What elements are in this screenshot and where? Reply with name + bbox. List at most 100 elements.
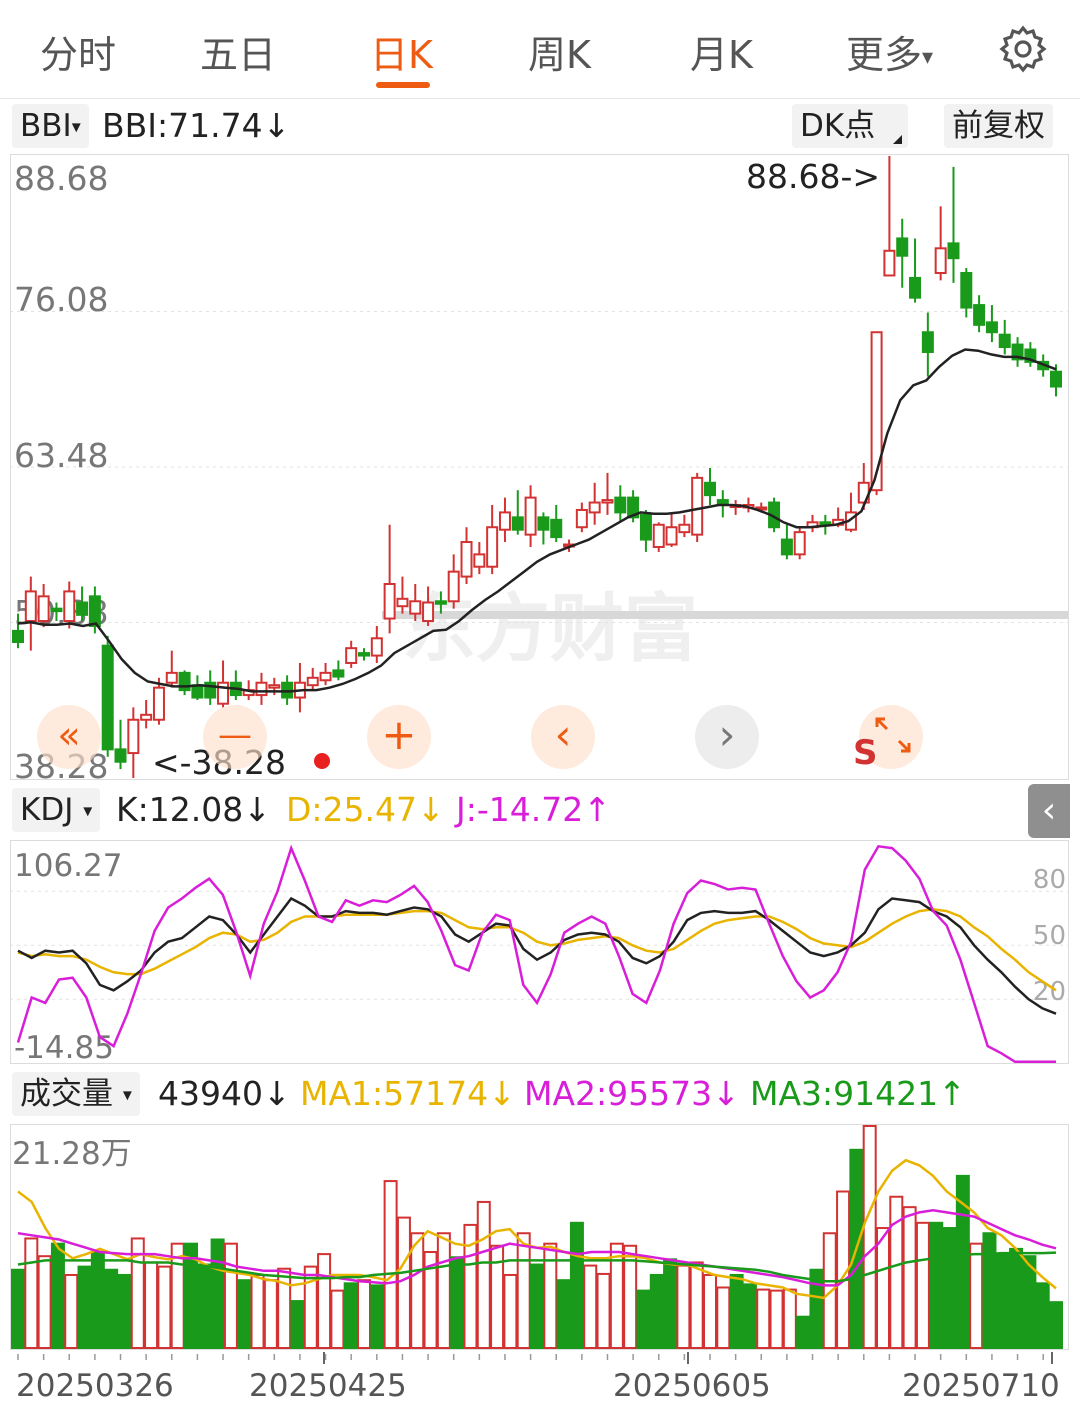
expand-icon <box>875 717 911 753</box>
candle-down <box>550 518 563 539</box>
candle-up <box>447 570 460 603</box>
volume-bar-up <box>503 1273 518 1349</box>
dk-point-button[interactable]: DK点 <box>792 104 908 148</box>
volume-bar-up <box>476 1200 491 1349</box>
volume-bar-up <box>596 1272 611 1349</box>
y-label-2: 76.08 <box>14 280 108 319</box>
volume-bar-down <box>729 1273 744 1349</box>
zoom-out-button[interactable]: — <box>203 705 267 769</box>
tab-weekly-k[interactable]: 周K <box>528 24 591 79</box>
candle-down <box>281 681 294 699</box>
x-label-3: 20250605 <box>613 1368 771 1401</box>
dk-point-label: DK点 <box>800 108 876 144</box>
volume-bar-up <box>436 1232 451 1349</box>
signal-button[interactable]: S <box>853 705 923 773</box>
adjust-button[interactable]: 前复权 <box>944 104 1053 148</box>
x-axis: 20250326 20250425 20250605 20250710 <box>16 1352 1060 1401</box>
tab-monthly-k[interactable]: 月K <box>690 24 753 79</box>
kdj-level-80: 80 <box>1033 865 1066 895</box>
tab-daily-k[interactable]: 日K <box>370 24 433 79</box>
kdj-y-top: 106.27 <box>14 848 122 884</box>
candle-up <box>524 496 537 536</box>
volume-ma2: MA2:95573↓ <box>524 1074 740 1113</box>
indicator-select[interactable]: BBI▾ <box>12 104 89 148</box>
y-label-max: 88.68 <box>14 159 108 198</box>
volume-bar-down <box>742 1283 757 1349</box>
volume-bar-down <box>343 1282 358 1349</box>
candle-up <box>396 597 409 608</box>
candle-up <box>486 526 499 568</box>
kdj-d-line <box>17 908 1057 992</box>
price-chart-panel[interactable]: 东方财富 88.68 76.08 63.48 50.88 38.28 88.68… <box>10 154 1069 780</box>
bbi-value: BBI:71.74↓ <box>102 106 291 145</box>
volume-bar-up <box>969 1242 984 1349</box>
x-label-1: 20250326 <box>16 1368 174 1401</box>
volume-chart-panel[interactable]: 21.28万 <box>10 1124 1069 1350</box>
candle-up <box>409 600 422 615</box>
candle-up <box>473 553 486 568</box>
candle-up <box>934 247 947 274</box>
side-panel-toggle[interactable]: ‹ <box>1028 784 1070 838</box>
candle-up <box>678 523 691 534</box>
kdj-j-line <box>16 844 1056 1064</box>
volume-select[interactable]: 成交量 ▾ <box>12 1072 140 1116</box>
candlestick-chart: 东方财富 88.68 76.08 63.48 50.88 38.28 88.68… <box>10 156 1069 780</box>
candle-down <box>973 304 986 326</box>
volume-bar-down <box>370 1284 385 1350</box>
kdj-select-label: KDJ <box>20 792 74 828</box>
volume-bar-up <box>157 1265 172 1349</box>
volume-bar-down <box>237 1279 252 1349</box>
volume-bar-down <box>210 1238 225 1349</box>
volume-bar-up <box>862 1125 877 1349</box>
candle-down <box>88 595 101 627</box>
candle-up <box>165 671 178 684</box>
volume-chart: 21.28万 <box>11 1125 1063 1350</box>
chevron-left-icon: ‹ <box>554 710 572 759</box>
volume-bar-down <box>995 1253 1010 1349</box>
candle-down <box>76 601 89 616</box>
volume-bar-up <box>676 1264 691 1349</box>
x-label-2: 20250425 <box>249 1368 407 1401</box>
scroll-left-fast-button[interactable]: « <box>37 705 101 769</box>
volume-bar-up <box>876 1227 890 1349</box>
volume-bar-down <box>104 1268 119 1349</box>
tab-five-day[interactable]: 五日 <box>200 24 276 79</box>
candle-down <box>332 669 345 678</box>
volume-bar-down <box>663 1258 678 1350</box>
volume-bar-up <box>583 1264 598 1349</box>
volume-bar-up <box>263 1279 278 1349</box>
volume-bar-up <box>330 1289 345 1349</box>
volume-bar-down <box>649 1273 664 1349</box>
scroll-right-button[interactable]: › <box>695 705 759 769</box>
kdj-select[interactable]: KDJ ▾ <box>12 788 101 832</box>
kdj-chart: 106.27 -14.85 80 50 20 <box>10 844 1069 1064</box>
candle-up <box>665 526 678 546</box>
tab-more[interactable]: 更多▾ <box>846 24 933 79</box>
volume-bar-up <box>689 1261 704 1349</box>
volume-bar-up <box>703 1273 717 1349</box>
candle-up <box>793 531 806 556</box>
gear-icon[interactable] <box>998 24 1048 74</box>
candle-down <box>909 276 922 299</box>
volume-bar-up <box>250 1273 265 1349</box>
candle-up <box>870 331 883 492</box>
candle-down <box>985 321 998 334</box>
volume-bar-down <box>197 1263 212 1349</box>
volume-bar-down <box>942 1227 957 1349</box>
scroll-left-button[interactable]: ‹ <box>531 705 595 769</box>
kdj-chart-panel[interactable]: 106.27 -14.85 80 50 20 <box>10 840 1069 1064</box>
volume-bar-down <box>90 1251 105 1349</box>
candle-up <box>652 523 665 548</box>
volume-bar-down <box>117 1273 132 1349</box>
max-price-marker: 88.68-> <box>746 157 880 196</box>
candle-up <box>268 684 281 689</box>
candle-down <box>537 516 550 531</box>
volume-bar-up <box>782 1288 797 1349</box>
zoom-in-button[interactable]: + <box>367 705 431 769</box>
candle-up <box>370 637 383 657</box>
candle-up <box>152 686 165 721</box>
candle-up <box>37 595 50 623</box>
candle-down <box>921 331 934 353</box>
volume-ma3: MA3:91421↑ <box>750 1074 966 1113</box>
tab-intraday[interactable]: 分时 <box>40 24 116 79</box>
